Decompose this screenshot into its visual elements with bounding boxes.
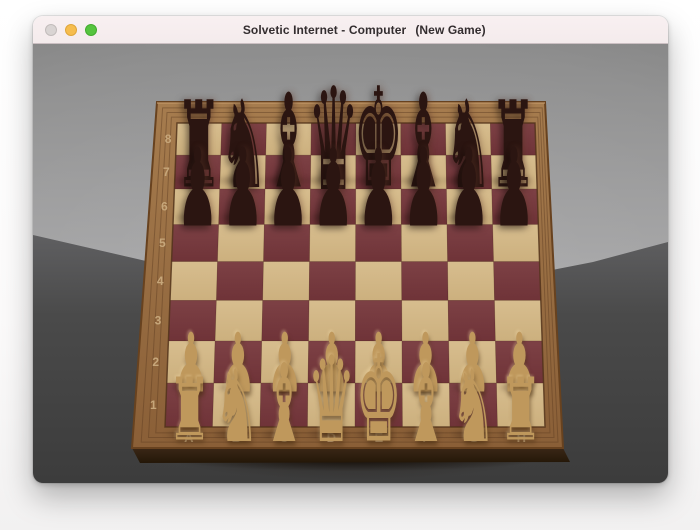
piece-white-knight-g1[interactable]: ♞	[451, 357, 496, 457]
rank-label-4: 4	[157, 274, 164, 288]
game-scene: ABCDEFGH87654321 ♜♞♝♛♚♝♞♜♟♟♟♟♟♟♟♟♟♟♟♟♟♟♟…	[33, 43, 668, 483]
piece-black-pawn-h7[interactable]: ♟	[493, 134, 534, 242]
square-h4[interactable]	[494, 262, 541, 301]
square-b4[interactable]	[216, 262, 263, 301]
square-e4[interactable]	[355, 262, 401, 301]
rank-label-1: 1	[150, 398, 157, 412]
piece-black-pawn-b7[interactable]: ♟	[222, 134, 263, 242]
rank-label-8: 8	[165, 132, 172, 146]
piece-black-pawn-g7[interactable]: ♟	[448, 134, 489, 242]
piece-black-pawn-c7[interactable]: ♟	[267, 134, 308, 242]
window-title-suffix: (New Game)	[415, 23, 485, 37]
piece-white-rook-h1[interactable]: ♜	[499, 368, 542, 454]
rank-label-7: 7	[163, 165, 170, 179]
zoom-button[interactable]	[85, 24, 97, 36]
square-d4[interactable]	[309, 262, 355, 301]
piece-white-queen-d1[interactable]: ♛	[307, 342, 355, 461]
close-button[interactable]	[45, 24, 57, 36]
rank-label-6: 6	[161, 200, 168, 214]
piece-black-pawn-e7[interactable]: ♟	[358, 134, 399, 242]
piece-white-rook-a1[interactable]: ♜	[168, 368, 211, 454]
piece-white-bishop-c1[interactable]: ♝	[263, 351, 306, 459]
piece-white-bishop-f1[interactable]: ♝	[405, 351, 448, 459]
square-f4[interactable]	[402, 262, 449, 301]
window-controls	[45, 16, 97, 43]
square-g4[interactable]	[448, 262, 495, 301]
rank-label-3: 3	[155, 314, 162, 328]
piece-black-pawn-a7[interactable]: ♟	[177, 134, 218, 242]
chess-window: ABCDEFGH87654321 ♜♞♝♛♚♝♞♜♟♟♟♟♟♟♟♟♟♟♟♟♟♟♟…	[33, 16, 668, 483]
square-a4[interactable]	[170, 262, 218, 301]
rank-label-5: 5	[159, 236, 166, 250]
window-title: Solvetic Internet - Computer (New Game)	[215, 16, 485, 51]
piece-white-knight-b1[interactable]: ♞	[214, 357, 259, 457]
window-title-text: Solvetic Internet - Computer	[243, 23, 407, 37]
titlebar[interactable]: Solvetic Internet - Computer (New Game)	[33, 16, 668, 44]
square-c4[interactable]	[263, 262, 310, 301]
piece-black-pawn-d7[interactable]: ♟	[313, 134, 354, 242]
piece-black-pawn-f7[interactable]: ♟	[403, 134, 444, 242]
rank-label-2: 2	[152, 355, 159, 369]
piece-white-king-e1[interactable]: ♚	[355, 341, 402, 461]
minimize-button[interactable]	[65, 24, 77, 36]
